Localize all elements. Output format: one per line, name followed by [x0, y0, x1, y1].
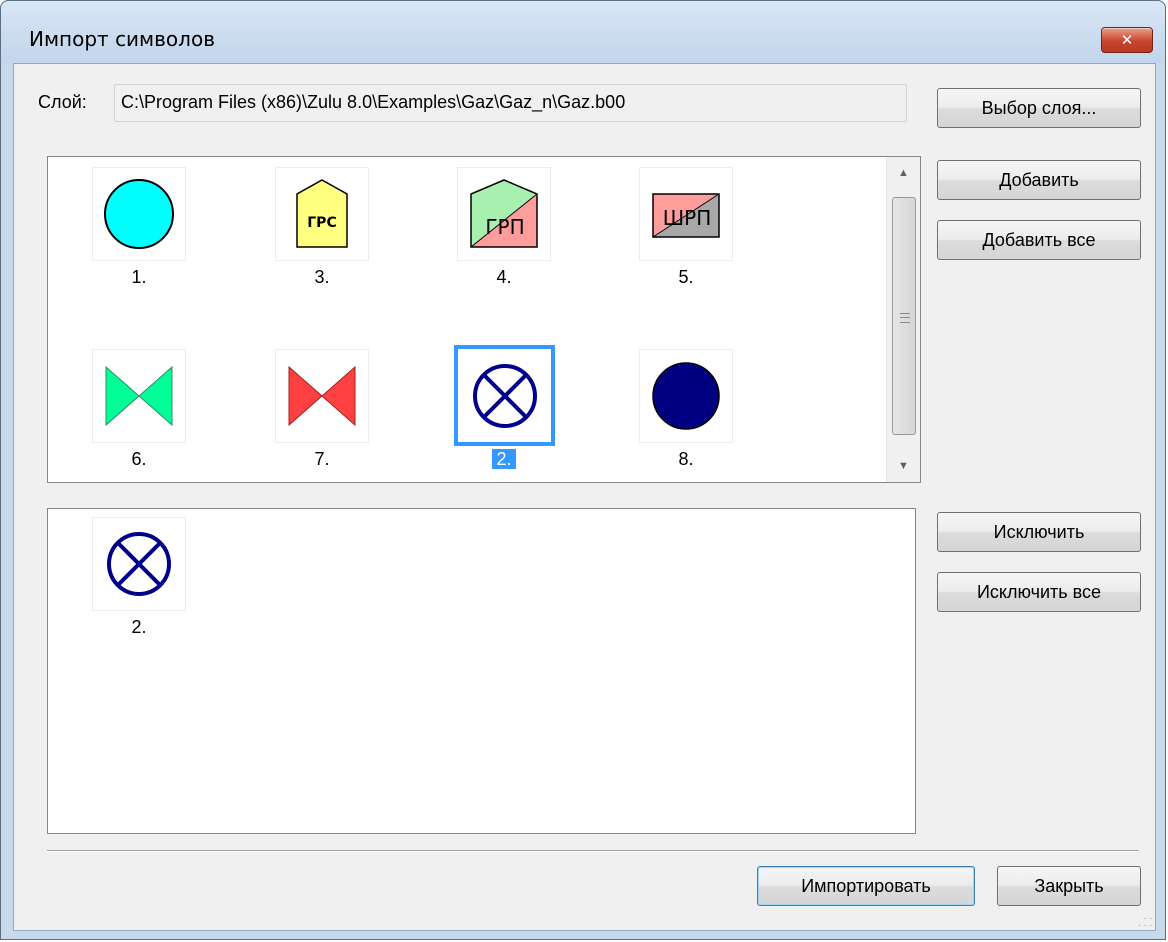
close-button[interactable]: Закрыть [997, 866, 1141, 906]
symbol-caption: 7. [314, 449, 330, 469]
available-symbols-list[interactable]: 1. ГРС 3. ГРП 4. ШРП 5. 6. 7. 2. 8. ▲ ▼ [47, 156, 921, 483]
shrp-box-icon: ШРП [652, 193, 720, 238]
crossed-circle-icon [472, 363, 537, 428]
svg-text:ГРС: ГРС [307, 215, 336, 231]
close-window-button[interactable]: ✕ [1101, 27, 1153, 53]
list-item[interactable]: 1. [82, 167, 192, 297]
dialog-client-area: Слой: C:\Program Files (x86)\Zulu 8.0\Ex… [13, 63, 1156, 931]
symbol-caption: 3. [314, 267, 330, 287]
list-item[interactable]: ГРП 4. [447, 167, 557, 297]
cyan-circle-icon [104, 179, 174, 249]
symbol-thumbnail [454, 345, 555, 446]
symbol-caption: 4. [496, 267, 512, 287]
symbol-caption: 1. [131, 267, 147, 287]
symbol-caption: 2. [131, 617, 147, 637]
scroll-down-arrow-icon[interactable]: ▼ [887, 450, 920, 482]
crossed-circle-icon [107, 532, 171, 596]
scroll-grip-icon [900, 313, 910, 323]
list-item[interactable]: 6. [82, 349, 192, 479]
svg-text:ШРП: ШРП [663, 206, 712, 230]
symbol-thumbnail [92, 167, 186, 261]
symbol-caption: 5. [678, 267, 694, 287]
list-item[interactable]: 2. [447, 345, 557, 479]
grp-pentagon-icon: ГРП [470, 179, 538, 248]
list-item[interactable]: 2. [82, 517, 192, 647]
separator [47, 850, 1139, 852]
list-item[interactable]: ГРС 3. [265, 167, 375, 297]
symbol-thumbnail: ГРП [457, 167, 551, 261]
add-button[interactable]: Добавить [937, 160, 1141, 200]
list-item[interactable]: 7. [265, 349, 375, 479]
vertical-scrollbar[interactable]: ▲ ▼ [886, 157, 920, 482]
import-symbols-dialog: Импорт символов ✕ Слой: C:\Program Files… [0, 0, 1166, 940]
symbol-thumbnail [92, 349, 186, 443]
list-item[interactable]: 8. [629, 349, 739, 479]
layer-path-field: C:\Program Files (x86)\Zulu 8.0\Examples… [114, 84, 907, 122]
scroll-up-arrow-icon[interactable]: ▲ [887, 157, 920, 189]
selected-caption: 2. [492, 449, 516, 469]
symbol-caption: 2. [447, 449, 561, 470]
selected-symbols-list[interactable]: 2. [47, 508, 916, 834]
green-valve-icon [105, 365, 173, 427]
list-item[interactable]: ШРП 5. [629, 167, 739, 297]
symbol-caption: 6. [131, 449, 147, 469]
close-icon: ✕ [1120, 31, 1134, 49]
symbol-thumbnail [639, 349, 733, 443]
add-all-button[interactable]: Добавить все [937, 220, 1141, 260]
symbol-thumbnail [92, 517, 186, 611]
symbol-caption: 8. [678, 449, 694, 469]
layer-label: Слой: [38, 92, 87, 112]
red-valve-icon [288, 365, 356, 427]
svg-text:ГРП: ГРП [485, 215, 524, 239]
exclude-all-button[interactable]: Исключить все [937, 572, 1141, 612]
import-button[interactable]: Импортировать [757, 866, 975, 906]
grs-pentagon-icon: ГРС [296, 179, 348, 248]
symbol-thumbnail [275, 349, 369, 443]
dialog-title: Импорт символов [29, 27, 215, 51]
symbol-thumbnail: ШРП [639, 167, 733, 261]
symbol-thumbnail: ГРС [275, 167, 369, 261]
exclude-button[interactable]: Исключить [937, 512, 1141, 552]
navy-circle-icon [652, 362, 720, 430]
title-bar[interactable]: Импорт символов ✕ [1, 1, 1165, 63]
scroll-thumb[interactable] [892, 197, 916, 435]
select-layer-button[interactable]: Выбор слоя... [937, 88, 1141, 128]
resize-grip-icon[interactable]: . .. . . [1138, 912, 1152, 929]
